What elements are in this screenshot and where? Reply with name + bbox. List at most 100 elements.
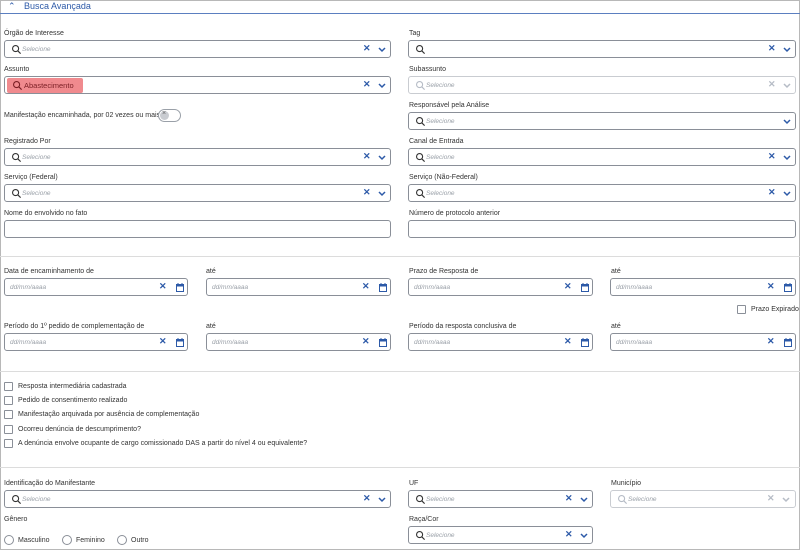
calendar-icon[interactable] — [176, 283, 184, 292]
chevron-down-icon[interactable] — [782, 81, 792, 90]
calendar-icon[interactable] — [581, 338, 589, 347]
periodo-complementacao-de-input[interactable]: dd/mm/aaaa ✕ — [4, 333, 188, 351]
clear-icon[interactable]: ✕ — [363, 79, 371, 90]
calendar-icon[interactable] — [784, 283, 792, 292]
data-encaminhamento-de-input[interactable]: dd/mm/aaaa ✕ — [4, 278, 188, 296]
assunto-label: Assunto — [4, 66, 30, 73]
protocolo-anterior-input[interactable] — [408, 220, 796, 238]
clear-icon[interactable]: ✕ — [768, 151, 776, 162]
assunto-select[interactable]: Abastecimento ✕ — [4, 76, 391, 94]
checkbox-label: Resposta intermediária cadastrada — [18, 383, 127, 390]
periodo-resposta-conclusiva-ate-input[interactable]: dd/mm/aaaa ✕ — [610, 333, 796, 351]
genero-masculino-radio[interactable] — [4, 535, 14, 545]
periodo-complementacao-ate-input[interactable]: dd/mm/aaaa ✕ — [206, 333, 391, 351]
manifestacao-arquivada-checkbox[interactable] — [4, 410, 13, 419]
prazo-expirado-checkbox[interactable] — [737, 305, 746, 314]
calendar-icon[interactable] — [379, 338, 387, 347]
clear-icon[interactable]: ✕ — [564, 336, 572, 347]
clear-icon[interactable]: ✕ — [767, 336, 775, 347]
genero-outro-radio[interactable] — [117, 535, 127, 545]
clear-icon[interactable]: ✕ — [363, 151, 371, 162]
search-icon — [12, 189, 22, 199]
clear-icon[interactable]: ✕ — [565, 493, 573, 504]
clear-icon[interactable]: ✕ — [363, 187, 371, 198]
search-icon — [13, 81, 23, 91]
subassunto-select[interactable]: Selecione ✕ — [408, 76, 796, 94]
search-icon — [416, 189, 426, 199]
chevron-down-icon[interactable] — [377, 153, 387, 162]
chevron-up-icon[interactable]: ⌃ — [8, 1, 16, 12]
registrado-select[interactable]: Selecione ✕ — [4, 148, 391, 166]
calendar-icon[interactable] — [176, 338, 184, 347]
servico-nao-federal-select[interactable]: Selecione ✕ — [408, 184, 796, 202]
calendar-icon[interactable] — [379, 283, 387, 292]
chevron-down-icon[interactable] — [377, 495, 387, 504]
prazo-resposta-de-input[interactable]: dd/mm/aaaa ✕ — [408, 278, 593, 296]
identificacao-placeholder: Selecione — [22, 496, 51, 503]
divider — [0, 371, 800, 372]
chevron-down-icon[interactable] — [782, 45, 792, 54]
clear-icon[interactable]: ✕ — [768, 187, 776, 198]
servico-federal-label: Serviço (Federal) — [4, 174, 58, 181]
clear-icon[interactable]: ✕ — [767, 493, 775, 504]
chevron-down-icon[interactable] — [781, 495, 791, 504]
search-icon — [416, 117, 426, 127]
date-placeholder: dd/mm/aaaa — [414, 339, 451, 346]
manifestacao-toggle-label: Manifestação encaminhada, por 02 vezes o… — [4, 112, 161, 119]
clear-icon[interactable]: ✕ — [362, 281, 370, 292]
clear-icon[interactable]: ✕ — [362, 336, 370, 347]
chevron-down-icon[interactable] — [782, 117, 792, 126]
responsavel-select[interactable]: Selecione — [408, 112, 796, 130]
nome-envolvido-input[interactable] — [4, 220, 391, 238]
clear-icon[interactable]: ✕ — [768, 79, 776, 90]
denuncia-das-checkbox[interactable] — [4, 439, 13, 448]
section-header[interactable]: ⌃ Busca Avançada — [0, 0, 800, 14]
data-encaminhamento-label: Data de encaminhamento de — [4, 268, 94, 275]
orgao-select[interactable]: Selecione ✕ — [4, 40, 391, 58]
registrado-placeholder: Selecione — [22, 154, 51, 161]
canal-select[interactable]: Selecione ✕ — [408, 148, 796, 166]
clear-icon[interactable]: ✕ — [363, 493, 371, 504]
chevron-down-icon[interactable] — [377, 45, 387, 54]
chevron-down-icon[interactable] — [782, 189, 792, 198]
calendar-icon[interactable] — [581, 283, 589, 292]
genero-option-label: Feminino — [76, 537, 105, 544]
identificacao-select[interactable]: Selecione ✕ — [4, 490, 391, 508]
tag-select[interactable]: ✕ — [408, 40, 796, 58]
uf-placeholder: Selecione — [426, 496, 455, 503]
servico-federal-placeholder: Selecione — [22, 190, 51, 197]
resposta-intermediaria-checkbox[interactable] — [4, 382, 13, 391]
registrado-label: Registrado Por — [4, 138, 51, 145]
chevron-down-icon[interactable] — [782, 153, 792, 162]
prazo-resposta-ate-input[interactable]: dd/mm/aaaa ✕ — [610, 278, 796, 296]
ate-label: até — [611, 323, 621, 330]
assunto-chip[interactable]: Abastecimento — [7, 78, 83, 93]
ate-label: até — [206, 323, 216, 330]
orgao-placeholder: Selecione — [22, 46, 51, 53]
clear-icon[interactable]: ✕ — [363, 43, 371, 54]
clear-icon[interactable]: ✕ — [159, 281, 167, 292]
calendar-icon[interactable] — [784, 338, 792, 347]
chevron-down-icon[interactable] — [377, 81, 387, 90]
clear-icon[interactable]: ✕ — [768, 43, 776, 54]
uf-select[interactable]: Selecione ✕ — [408, 490, 593, 508]
canal-placeholder: Selecione — [426, 154, 455, 161]
municipio-select[interactable]: Selecione ✕ — [610, 490, 796, 508]
denuncia-descumprimento-checkbox[interactable] — [4, 425, 13, 434]
chevron-down-icon[interactable] — [579, 495, 589, 504]
servico-federal-select[interactable]: Selecione ✕ — [4, 184, 391, 202]
clear-icon[interactable]: ✕ — [565, 529, 573, 540]
date-placeholder: dd/mm/aaaa — [10, 339, 47, 346]
genero-feminino-radio[interactable] — [62, 535, 72, 545]
clear-icon[interactable]: ✕ — [767, 281, 775, 292]
prazo-expirado-label: Prazo Expirado — [751, 306, 799, 313]
clear-icon[interactable]: ✕ — [159, 336, 167, 347]
pedido-consentimento-checkbox[interactable] — [4, 396, 13, 405]
raca-cor-select[interactable]: Selecione ✕ — [408, 526, 593, 544]
chevron-down-icon[interactable] — [579, 531, 589, 540]
clear-icon[interactable]: ✕ — [564, 281, 572, 292]
data-encaminhamento-ate-input[interactable]: dd/mm/aaaa ✕ — [206, 278, 391, 296]
chevron-down-icon[interactable] — [377, 189, 387, 198]
manifestacao-toggle[interactable] — [158, 109, 181, 122]
periodo-resposta-conclusiva-de-input[interactable]: dd/mm/aaaa ✕ — [408, 333, 593, 351]
